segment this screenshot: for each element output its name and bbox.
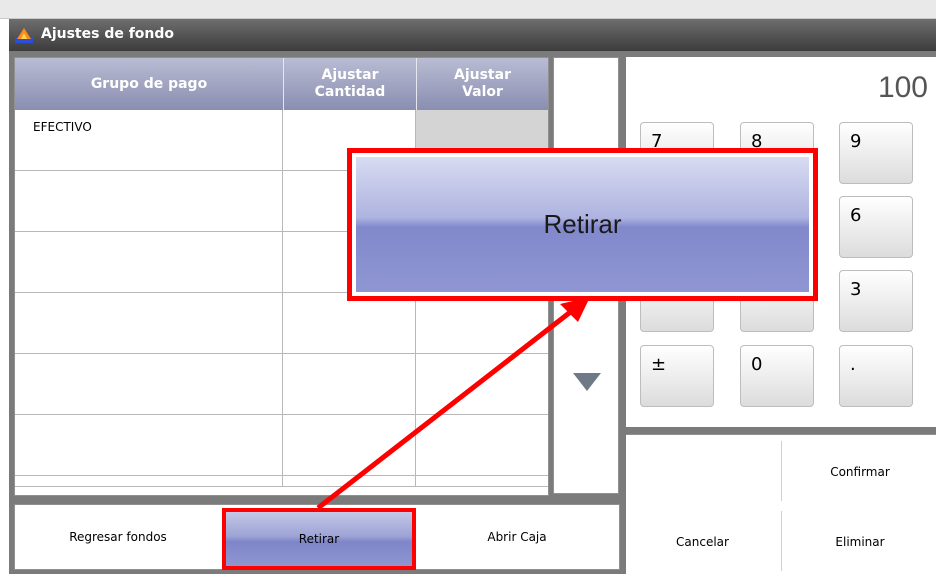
- table-row[interactable]: [15, 415, 548, 476]
- cell-cantidad[interactable]: [283, 293, 416, 353]
- cell-valor[interactable]: [416, 293, 548, 353]
- key-0[interactable]: 0: [740, 345, 814, 407]
- cell-cantidad[interactable]: [283, 476, 416, 486]
- table-row[interactable]: [15, 354, 548, 415]
- amount-display: 100: [877, 71, 928, 104]
- cell-cantidad[interactable]: [283, 354, 416, 414]
- confirmar-button[interactable]: Confirmar: [784, 439, 936, 505]
- cell-valor[interactable]: [416, 415, 548, 475]
- retirar-callout-zoom: Retirar: [347, 148, 818, 301]
- blank-action-button[interactable]: [626, 439, 779, 505]
- cell-grupo: [15, 293, 283, 353]
- column-header-valor[interactable]: Ajustar Valor: [417, 58, 548, 110]
- column-header-grupo[interactable]: Grupo de pago: [15, 58, 283, 110]
- retirar-button[interactable]: Retirar: [222, 508, 416, 570]
- key-label: 9: [850, 131, 862, 152]
- cell-grupo: [15, 232, 283, 292]
- table-row[interactable]: [15, 293, 548, 354]
- key-6[interactable]: 6: [839, 196, 913, 258]
- window-title: Ajustes de fondo: [41, 26, 175, 42]
- divider: [781, 441, 782, 501]
- cell-grupo: [15, 476, 283, 486]
- app-icon: [15, 28, 33, 43]
- cell-grupo: EFECTIVO: [15, 110, 283, 170]
- cell-valor[interactable]: [416, 354, 548, 414]
- window-titlebar: Ajustes de fondo: [9, 19, 936, 51]
- eliminar-button[interactable]: Eliminar: [784, 509, 936, 575]
- regresar-fondos-button[interactable]: Regresar fondos: [15, 505, 221, 569]
- table-row[interactable]: [15, 476, 548, 487]
- cell-grupo: [15, 171, 283, 231]
- table-header: Grupo de pago Ajustar Cantidad Ajustar V…: [15, 58, 548, 110]
- action-panel: Confirmar Cancelar Eliminar: [626, 434, 936, 575]
- key-3[interactable]: 3: [839, 270, 913, 332]
- key-label: 3: [850, 279, 862, 300]
- divider: [781, 511, 782, 571]
- key-label: ±: [651, 354, 667, 375]
- cell-cantidad[interactable]: [283, 415, 416, 475]
- key-label: .: [850, 354, 856, 375]
- cancelar-button[interactable]: Cancelar: [626, 509, 779, 575]
- key-9[interactable]: 9: [839, 122, 913, 184]
- key-label: 0: [751, 354, 763, 375]
- background-app-strip: [0, 0, 936, 19]
- retirar-callout-label: Retirar: [356, 157, 809, 292]
- key-label: 6: [850, 205, 862, 226]
- key-plus-minus[interactable]: ±: [640, 345, 714, 407]
- cell-valor[interactable]: [416, 476, 548, 486]
- scroll-down-icon[interactable]: [573, 373, 601, 391]
- key-decimal[interactable]: .: [839, 345, 913, 407]
- abrir-caja-button[interactable]: Abrir Caja: [415, 505, 619, 569]
- column-header-cantidad[interactable]: Ajustar Cantidad: [284, 58, 416, 110]
- cell-grupo: [15, 354, 283, 414]
- cell-grupo: [15, 415, 283, 475]
